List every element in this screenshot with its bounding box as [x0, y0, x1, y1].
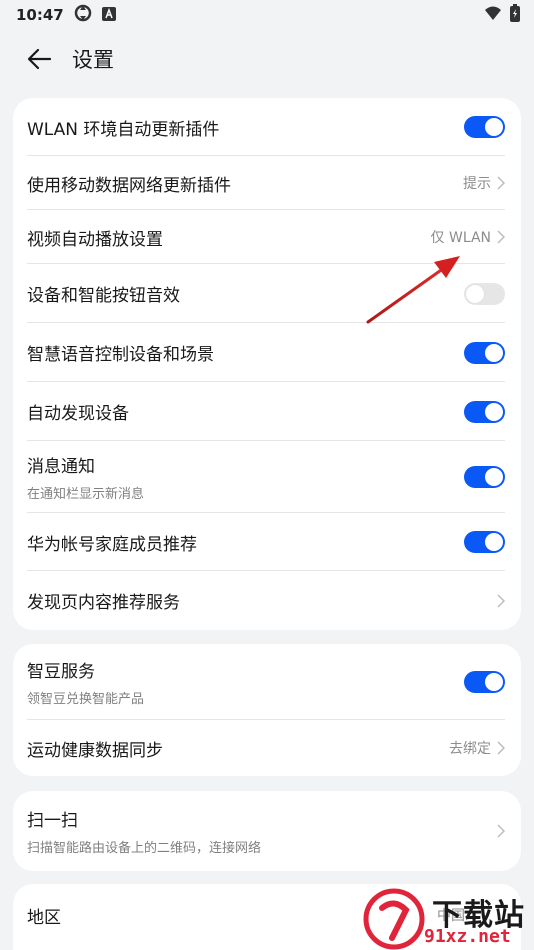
row-title: 运动健康数据同步: [27, 740, 163, 761]
auto-discover-toggle[interactable]: [464, 400, 505, 423]
row-auto-discover[interactable]: 自动发现设备: [13, 382, 521, 441]
row-value: 提示: [463, 176, 491, 192]
row-title: 设备和智能按钮音效: [27, 286, 180, 306]
row-value: 去绑定: [449, 741, 491, 757]
row-scan[interactable]: 扫一扫 扫描智能路由设备上的二维码，连接网络: [13, 791, 521, 871]
row-title: 使用移动数据网络更新插件: [27, 175, 231, 196]
settings-card-services: 智豆服务 领智豆兑换智能产品 运动健康数据同步 去绑定: [13, 644, 521, 776]
chevron-right-icon: [497, 176, 505, 190]
notifications-toggle[interactable]: [464, 466, 505, 488]
status-right: [484, 4, 520, 26]
back-button[interactable]: [26, 46, 54, 72]
row-title: WLAN 环境自动更新插件: [27, 119, 220, 140]
status-bar: 10:47: [0, 0, 534, 30]
chevron-right-icon: [497, 741, 505, 755]
row-button-sound[interactable]: 设备和智能按钮音效: [13, 264, 521, 323]
row-title: 扫一扫: [27, 811, 78, 831]
row-title: 发现页内容推荐服务: [27, 593, 180, 613]
row-wlan-auto-update[interactable]: WLAN 环境自动更新插件: [13, 98, 521, 156]
voice-control-toggle[interactable]: [464, 341, 505, 364]
wifi-icon: [484, 5, 502, 25]
watermark-logo-icon: [363, 888, 425, 950]
back-arrow-icon: [27, 48, 52, 70]
chevron-right-icon: [497, 230, 505, 244]
chevron-right-icon: [497, 824, 505, 838]
row-family-recommend[interactable]: 华为帐号家庭成员推荐: [13, 513, 521, 571]
settings-card-general: WLAN 环境自动更新插件 使用移动数据网络更新插件 提示 视频自动播放设置 仅…: [13, 98, 521, 630]
row-mobile-data-update[interactable]: 使用移动数据网络更新插件 提示: [13, 156, 521, 210]
row-subtitle: 在通知栏显示新消息: [27, 487, 145, 502]
row-title: 智豆服务: [27, 662, 95, 682]
row-zhidou-service[interactable]: 智豆服务 领智豆兑换智能产品: [13, 644, 521, 720]
page-title: 设置: [72, 48, 114, 72]
button-sound-toggle[interactable]: [464, 282, 505, 305]
status-time: 10:47: [16, 6, 64, 24]
sync-icon: [74, 4, 92, 26]
row-voice-control[interactable]: 智慧语音控制设备和场景: [13, 323, 521, 382]
row-content-recommend[interactable]: 发现页内容推荐服务: [13, 571, 521, 630]
battery-icon: [510, 4, 520, 26]
settings-card-scan: 扫一扫 扫描智能路由设备上的二维码，连接网络: [13, 791, 521, 871]
family-recommend-toggle[interactable]: [464, 531, 505, 553]
row-title: 视频自动播放设置: [27, 229, 163, 250]
row-subtitle: 领智豆兑换智能产品: [27, 692, 145, 707]
row-title: 智慧语音控制设备和场景: [27, 345, 214, 365]
site-watermark: 下载站 91xz.net: [362, 888, 534, 950]
a-badge-icon: [101, 6, 116, 25]
row-subtitle: 扫描智能路由设备上的二维码，连接网络: [27, 841, 262, 856]
row-title: 自动发现设备: [27, 404, 129, 424]
zhidou-service-toggle[interactable]: [464, 671, 505, 693]
row-video-autoplay[interactable]: 视频自动播放设置 仅 WLAN: [13, 210, 521, 264]
chevron-right-icon: [497, 593, 505, 608]
row-health-sync[interactable]: 运动健康数据同步 去绑定: [13, 720, 521, 776]
row-notifications[interactable]: 消息通知 在通知栏显示新消息: [13, 441, 521, 513]
row-value: 仅 WLAN: [430, 230, 491, 246]
row-title: 消息通知: [27, 457, 95, 477]
header: 设置: [0, 36, 534, 82]
wlan-auto-update-toggle[interactable]: [464, 116, 505, 138]
row-title: 华为帐号家庭成员推荐: [27, 534, 197, 555]
watermark-url: 91xz.net: [424, 926, 511, 947]
